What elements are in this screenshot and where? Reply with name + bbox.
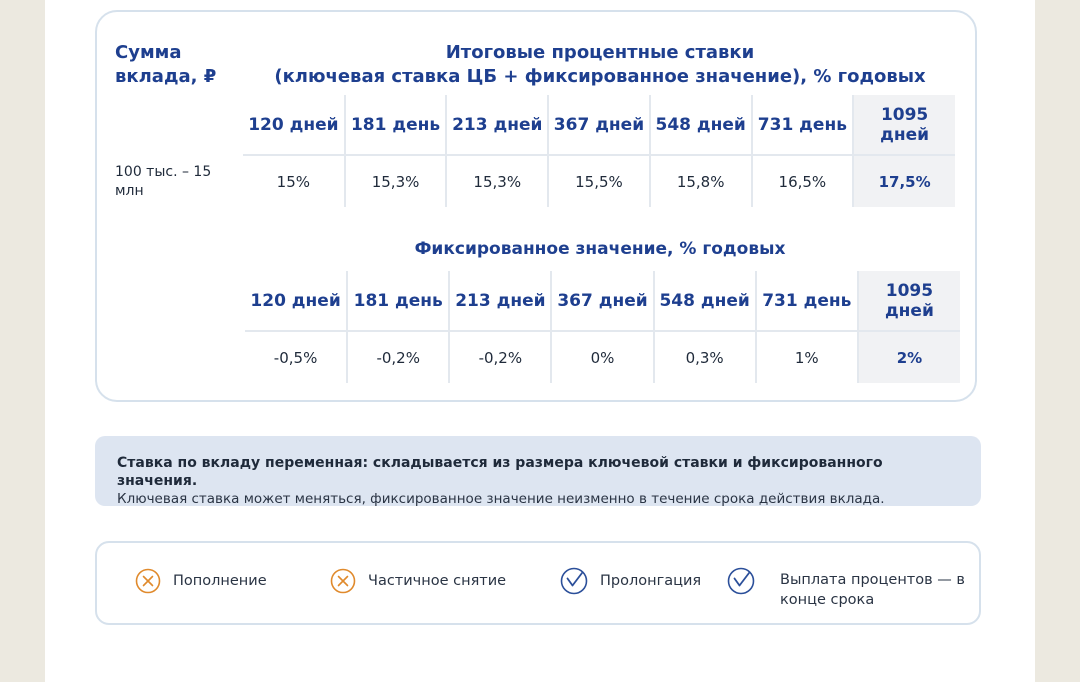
rate-cell: 15,5% bbox=[547, 155, 650, 207]
deposit-sum-value: 100 тыс. – 15 млн bbox=[115, 164, 212, 199]
term-header: 120 дней bbox=[243, 95, 345, 156]
notice-text: Ключевая ставка может меняться, фиксиров… bbox=[117, 491, 885, 507]
feature-label: Пополнение bbox=[173, 573, 267, 589]
fixed-value-cell: -0,2% bbox=[346, 331, 450, 383]
term-header: 181 день bbox=[346, 271, 450, 332]
feature-label: Частичное снятие bbox=[368, 573, 507, 589]
feature-label: Пролонгация bbox=[600, 573, 702, 589]
fixed-rates-table: 120 дней 181 день 213 дней 367 дней 548 … bbox=[245, 271, 960, 383]
fixed-value-cell-highlight: 2% bbox=[856, 331, 960, 383]
term-header: 548 дней bbox=[652, 271, 756, 332]
variable-rate-notice: Ставка по вкладу переменная: складываетс… bbox=[95, 436, 981, 507]
fixed-value-cell: 0,3% bbox=[652, 331, 756, 383]
fixed-value-cell: -0,2% bbox=[448, 331, 552, 383]
feature-partial-withdrawal: Частичное снятие bbox=[330, 568, 506, 594]
rate-cell: 15% bbox=[276, 172, 311, 191]
rate-cell: 15,3% bbox=[445, 155, 549, 207]
term-header: 731 день bbox=[754, 271, 858, 332]
term-header: 181 день bbox=[343, 95, 447, 156]
final-rates-title-line2: (ключевая ставка ЦБ + фиксированное знач… bbox=[274, 66, 926, 87]
rate-cell: 16,5% bbox=[750, 155, 854, 207]
term-header: 120 дней bbox=[245, 271, 348, 332]
feature-replenishment: Пополнение bbox=[135, 568, 267, 594]
final-rates-table: 120 дней 181 день 213 дней 367 дней 548 … bbox=[243, 95, 955, 207]
notice-bold-text: Ставка по вкладу переменная: складываетс… bbox=[117, 455, 883, 489]
term-header-highlight: 1095 дней bbox=[852, 95, 955, 156]
term-header: 213 дней bbox=[445, 95, 549, 156]
cross-circle-icon bbox=[330, 568, 356, 594]
term-header-highlight: 1095 дней bbox=[856, 271, 960, 332]
check-circle-icon bbox=[727, 567, 755, 595]
term-header: 367 дней bbox=[550, 271, 654, 332]
term-header: 548 дней bbox=[648, 95, 752, 156]
term-header: 367 дней bbox=[547, 95, 650, 156]
cross-circle-icon bbox=[135, 568, 161, 594]
feature-label: Выплата процентов — в конце срока bbox=[780, 572, 965, 608]
fixed-rates-title: Фиксированное значение, % годовых bbox=[414, 239, 786, 259]
final-rates-title: Итоговые процентные ставки (ключевая ста… bbox=[245, 41, 955, 89]
feature-prolongation: Пролонгация bbox=[560, 567, 701, 595]
check-circle-icon bbox=[560, 567, 588, 595]
deposit-sum-title: Сумма вклада, ₽ bbox=[115, 42, 217, 87]
term-header: 213 дней bbox=[448, 271, 552, 332]
fixed-value-cell: -0,5% bbox=[273, 348, 318, 367]
fixed-value-cell: 0% bbox=[550, 331, 654, 383]
fixed-value-cell: 1% bbox=[754, 331, 858, 383]
final-rates-title-line1: Итоговые процентные ставки bbox=[445, 42, 755, 63]
rate-cell-highlight: 17,5% bbox=[852, 155, 955, 207]
feature-interest-payout: Выплата процентов — в конце срока bbox=[727, 567, 970, 610]
rate-cell: 15,3% bbox=[343, 155, 447, 207]
rate-cell: 15,8% bbox=[648, 155, 752, 207]
term-header: 731 день bbox=[750, 95, 854, 156]
